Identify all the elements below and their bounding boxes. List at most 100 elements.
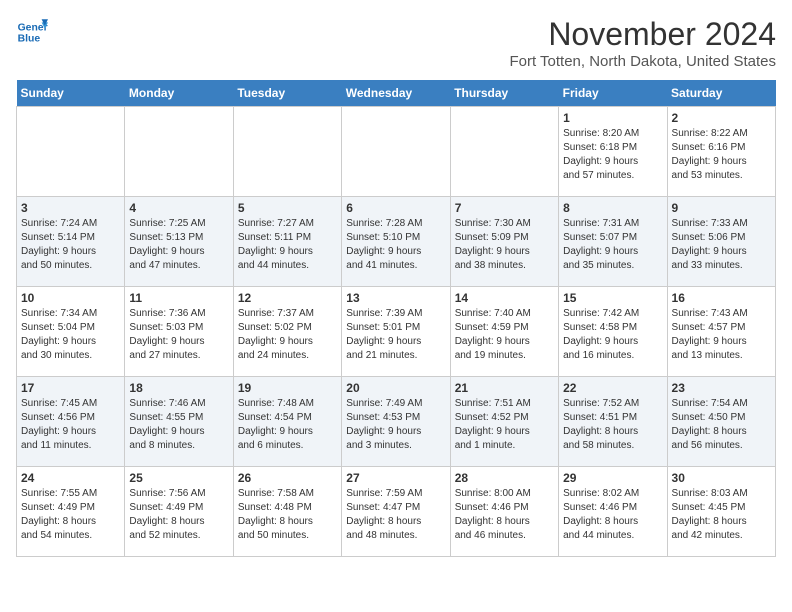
day-number: 28 (455, 471, 554, 485)
weekday-header: Friday (559, 80, 667, 107)
day-info: Sunrise: 8:03 AM Sunset: 4:45 PM Dayligh… (672, 487, 771, 543)
day-info: Sunrise: 7:27 AM Sunset: 5:11 PM Dayligh… (238, 217, 337, 273)
calendar-cell: 22Sunrise: 7:52 AM Sunset: 4:51 PM Dayli… (559, 377, 667, 467)
calendar-cell: 17 Sunrise: 7:45 AM Sunset: 4:56 PM Dayli… (17, 377, 125, 467)
calendar-cell: 19Sunrise: 7:48 AM Sunset: 4:54 PM Dayli… (233, 377, 341, 467)
day-number: 25 (129, 471, 228, 485)
day-number: 8 (563, 201, 662, 215)
weekday-header: Thursday (450, 80, 558, 107)
logo: General Blue (16, 16, 48, 48)
day-info: Sunrise: 7:48 AM Sunset: 4:54 PM Dayligh… (238, 397, 337, 453)
calendar-cell: 16 Sunrise: 7:43 AM Sunset: 4:57 PM Dayli… (667, 287, 775, 377)
weekday-header: Tuesday (233, 80, 341, 107)
day-number: 10 (21, 291, 120, 305)
day-number: 4 (129, 201, 228, 215)
calendar-cell: 27 Sunrise: 7:59 AM Sunset: 4:47 PM Dayli… (342, 467, 450, 557)
calendar-cell: 29 Sunrise: 8:02 AM Sunset: 4:46 PM Dayli… (559, 467, 667, 557)
calendar-cell: 9 Sunrise: 7:33 AM Sunset: 5:06 PM Daylig… (667, 197, 775, 287)
day-number: 20 (346, 381, 445, 395)
calendar-cell: 8Sunrise: 7:31 AM Sunset: 5:07 PM Daylig… (559, 197, 667, 287)
weekday-header: Monday (125, 80, 233, 107)
day-info: Sunrise: 7:25 AM Sunset: 5:13 PM Dayligh… (129, 217, 228, 273)
calendar-cell: 21 Sunrise: 7:51 AM Sunset: 4:52 PM Dayli… (450, 377, 558, 467)
calendar-cell: 3Sunrise: 7:24 AM Sunset: 5:14 PM Daylig… (17, 197, 125, 287)
calendar-cell: 4 Sunrise: 7:25 AM Sunset: 5:13 PM Daylig… (125, 197, 233, 287)
calendar-cell: 15Sunrise: 7:42 AM Sunset: 4:58 PM Dayli… (559, 287, 667, 377)
month-year-title: November 2024 (509, 16, 776, 53)
title-block: November 2024 Fort Totten, North Dakota,… (509, 16, 776, 70)
day-info: Sunrise: 7:54 AM Sunset: 4:50 PM Dayligh… (672, 397, 771, 453)
calendar-cell: 2 Sunrise: 8:22 AM Sunset: 6:16 PM Daylig… (667, 107, 775, 197)
calendar-cell: 24Sunrise: 7:55 AM Sunset: 4:49 PM Dayli… (17, 467, 125, 557)
day-number: 5 (238, 201, 337, 215)
day-number: 13 (346, 291, 445, 305)
day-info: Sunrise: 7:28 AM Sunset: 5:10 PM Dayligh… (346, 217, 445, 273)
calendar-week-row: 1 Sunrise: 8:20 AM Sunset: 6:18 PM Daylig… (17, 107, 776, 197)
day-number: 27 (346, 471, 445, 485)
page-header: General Blue November 2024 Fort Totten, … (16, 16, 776, 70)
day-info: Sunrise: 7:37 AM Sunset: 5:02 PM Dayligh… (238, 307, 337, 363)
day-number: 23 (672, 381, 771, 395)
weekday-header: Wednesday (342, 80, 450, 107)
calendar-cell: 14Sunrise: 7:40 AM Sunset: 4:59 PM Dayli… (450, 287, 558, 377)
calendar-cell: 18 Sunrise: 7:46 AM Sunset: 4:55 PM Dayli… (125, 377, 233, 467)
calendar-cell: 26 Sunrise: 7:58 AM Sunset: 4:48 PM Dayli… (233, 467, 341, 557)
calendar-week-row: 17 Sunrise: 7:45 AM Sunset: 4:56 PM Dayli… (17, 377, 776, 467)
day-info: Sunrise: 7:56 AM Sunset: 4:49 PM Dayligh… (129, 487, 228, 543)
day-info: Sunrise: 7:59 AM Sunset: 4:47 PM Dayligh… (346, 487, 445, 543)
day-info: Sunrise: 7:49 AM Sunset: 4:53 PM Dayligh… (346, 397, 445, 453)
day-number: 7 (455, 201, 554, 215)
day-info: Sunrise: 7:58 AM Sunset: 4:48 PM Dayligh… (238, 487, 337, 543)
day-number: 24 (21, 471, 120, 485)
day-number: 1 (563, 111, 662, 125)
day-info: Sunrise: 7:36 AM Sunset: 5:03 PM Dayligh… (129, 307, 228, 363)
day-number: 12 (238, 291, 337, 305)
day-info: Sunrise: 8:02 AM Sunset: 4:46 PM Dayligh… (563, 487, 662, 543)
day-number: 21 (455, 381, 554, 395)
day-info: Sunrise: 7:34 AM Sunset: 5:04 PM Dayligh… (21, 307, 120, 363)
logo-icon: General Blue (16, 16, 48, 48)
day-number: 2 (672, 111, 771, 125)
day-number: 3 (21, 201, 120, 215)
day-number: 6 (346, 201, 445, 215)
day-number: 22 (563, 381, 662, 395)
calendar-cell: 30 Sunrise: 8:03 AM Sunset: 4:45 PM Dayli… (667, 467, 775, 557)
day-info: Sunrise: 7:45 AM Sunset: 4:56 PM Dayligh… (21, 397, 120, 453)
day-info: Sunrise: 8:20 AM Sunset: 6:18 PM Dayligh… (563, 127, 662, 183)
day-number: 11 (129, 291, 228, 305)
day-info: Sunrise: 7:46 AM Sunset: 4:55 PM Dayligh… (129, 397, 228, 453)
calendar-cell: 7Sunrise: 7:30 AM Sunset: 5:09 PM Daylig… (450, 197, 558, 287)
calendar-cell: 28 Sunrise: 8:00 AM Sunset: 4:46 PM Dayli… (450, 467, 558, 557)
calendar-cell: 25 Sunrise: 7:56 AM Sunset: 4:49 PM Dayli… (125, 467, 233, 557)
day-number: 26 (238, 471, 337, 485)
calendar-cell: 12 Sunrise: 7:37 AM Sunset: 5:02 PM Dayli… (233, 287, 341, 377)
calendar-week-row: 10 Sunrise: 7:34 AM Sunset: 5:04 PM Dayli… (17, 287, 776, 377)
calendar-cell: 13Sunrise: 7:39 AM Sunset: 5:01 PM Dayli… (342, 287, 450, 377)
calendar-cell: 6 Sunrise: 7:28 AM Sunset: 5:10 PM Daylig… (342, 197, 450, 287)
day-number: 14 (455, 291, 554, 305)
weekday-header-row: SundayMondayTuesdayWednesdayThursdayFrid… (17, 80, 776, 107)
day-info: Sunrise: 7:42 AM Sunset: 4:58 PM Dayligh… (563, 307, 662, 363)
calendar-cell (125, 107, 233, 197)
weekday-header: Sunday (17, 80, 125, 107)
day-number: 17 (21, 381, 120, 395)
day-info: Sunrise: 8:00 AM Sunset: 4:46 PM Dayligh… (455, 487, 554, 543)
day-number: 16 (672, 291, 771, 305)
day-number: 9 (672, 201, 771, 215)
day-info: Sunrise: 7:51 AM Sunset: 4:52 PM Dayligh… (455, 397, 554, 453)
day-number: 29 (563, 471, 662, 485)
day-number: 18 (129, 381, 228, 395)
calendar-week-row: 3Sunrise: 7:24 AM Sunset: 5:14 PM Daylig… (17, 197, 776, 287)
svg-text:Blue: Blue (18, 34, 41, 45)
calendar-cell: 1 Sunrise: 8:20 AM Sunset: 6:18 PM Daylig… (559, 107, 667, 197)
calendar-table: SundayMondayTuesdayWednesdayThursdayFrid… (16, 80, 776, 557)
day-number: 30 (672, 471, 771, 485)
location-subtitle: Fort Totten, North Dakota, United States (509, 53, 776, 70)
calendar-cell: 23 Sunrise: 7:54 AM Sunset: 4:50 PM Dayli… (667, 377, 775, 467)
weekday-header: Saturday (667, 80, 775, 107)
calendar-cell (17, 107, 125, 197)
day-info: Sunrise: 8:22 AM Sunset: 6:16 PM Dayligh… (672, 127, 771, 183)
calendar-cell: 10 Sunrise: 7:34 AM Sunset: 5:04 PM Dayli… (17, 287, 125, 377)
day-info: Sunrise: 7:43 AM Sunset: 4:57 PM Dayligh… (672, 307, 771, 363)
day-info: Sunrise: 7:33 AM Sunset: 5:06 PM Dayligh… (672, 217, 771, 273)
